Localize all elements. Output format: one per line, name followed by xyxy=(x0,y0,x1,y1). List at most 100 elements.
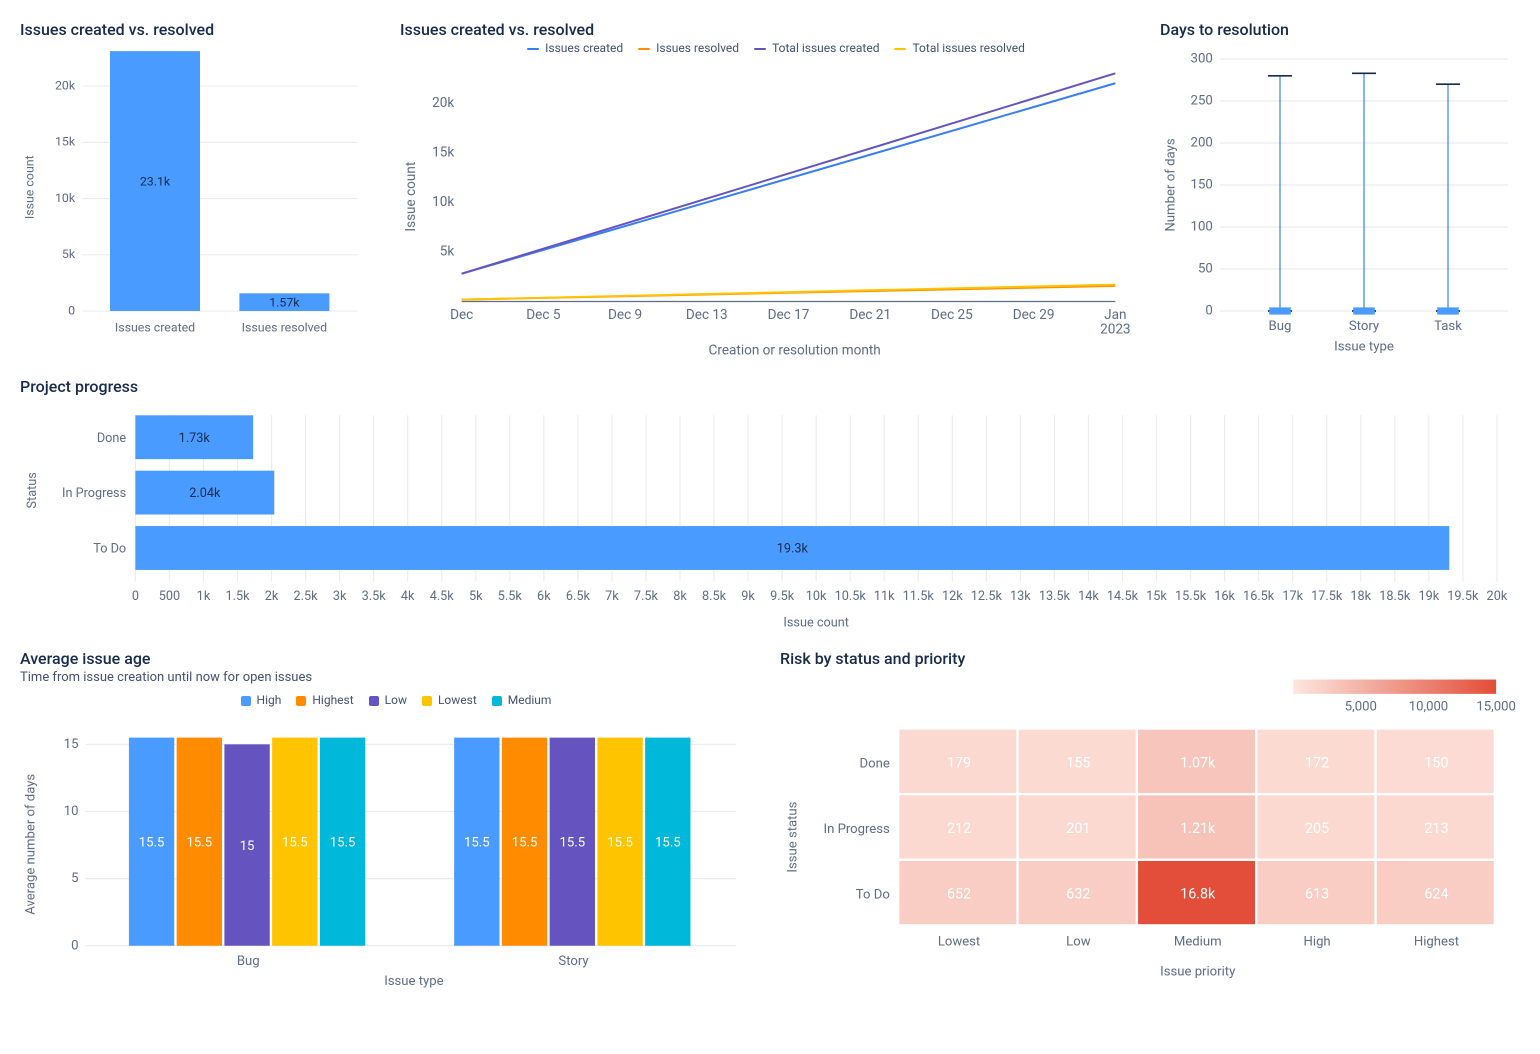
svg-text:7k: 7k xyxy=(605,589,619,604)
svg-text:2023: 2023 xyxy=(1100,322,1130,338)
svg-text:8.5k: 8.5k xyxy=(702,589,727,604)
svg-text:15.5k: 15.5k xyxy=(1175,589,1207,604)
panel-days-resolution: Days to resolution Number of days 050100… xyxy=(1160,20,1520,357)
svg-text:20k: 20k xyxy=(1487,589,1508,604)
chart-title: Issues created vs. resolved xyxy=(20,20,380,39)
svg-text:Number of days: Number of days xyxy=(1163,138,1178,232)
svg-text:624: 624 xyxy=(1424,886,1448,902)
svg-text:150: 150 xyxy=(1424,755,1448,771)
panel-issues-line: Issues created vs. resolved Issues creat… xyxy=(400,20,1140,357)
svg-text:652: 652 xyxy=(947,886,971,902)
svg-text:Dec 21: Dec 21 xyxy=(849,307,891,323)
svg-text:15.5: 15.5 xyxy=(464,835,490,850)
chart-title: Average issue age xyxy=(20,649,760,668)
svg-text:7.5k: 7.5k xyxy=(634,589,659,604)
svg-text:High: High xyxy=(1304,934,1331,949)
svg-text:9.5k: 9.5k xyxy=(770,589,795,604)
svg-text:250: 250 xyxy=(1191,94,1213,109)
svg-text:1.73k: 1.73k xyxy=(179,431,211,446)
svg-text:15.5: 15.5 xyxy=(330,835,356,850)
svg-text:179: 179 xyxy=(947,755,971,771)
svg-text:172: 172 xyxy=(1305,755,1329,771)
chart-subtitle: Time from issue creation until now for o… xyxy=(20,670,760,685)
svg-text:1.57k: 1.57k xyxy=(269,297,300,311)
svg-text:10k: 10k xyxy=(806,589,827,604)
svg-text:In Progress: In Progress xyxy=(62,486,126,501)
svg-text:4.5k: 4.5k xyxy=(430,589,455,604)
svg-text:13.5k: 13.5k xyxy=(1039,589,1071,604)
svg-text:Issue type: Issue type xyxy=(384,974,443,989)
svg-text:300: 300 xyxy=(1191,52,1213,67)
svg-text:1.5k: 1.5k xyxy=(225,589,250,604)
svg-text:19k: 19k xyxy=(1418,589,1439,604)
svg-text:Issue status: Issue status xyxy=(786,801,801,872)
svg-text:Issues created: Issues created xyxy=(115,321,195,335)
svg-text:Low: Low xyxy=(1066,934,1091,949)
panel-issues-bar: Issues created vs. resolved Issue count … xyxy=(20,20,380,357)
svg-text:Dec 5: Dec 5 xyxy=(526,307,561,323)
panel-heatmap: Risk by status and priority 5,00010,0001… xyxy=(780,649,1520,988)
svg-text:Dec 17: Dec 17 xyxy=(768,307,810,323)
svg-text:18k: 18k xyxy=(1350,589,1371,604)
svg-text:205: 205 xyxy=(1305,821,1329,837)
svg-text:10.5k: 10.5k xyxy=(835,589,867,604)
svg-text:2k: 2k xyxy=(265,589,279,604)
svg-text:3.5k: 3.5k xyxy=(362,589,387,604)
svg-text:Status: Status xyxy=(25,472,40,508)
svg-text:8k: 8k xyxy=(673,589,687,604)
svg-text:Task: Task xyxy=(1434,319,1462,334)
svg-text:11.5k: 11.5k xyxy=(903,589,935,604)
svg-text:In Progress: In Progress xyxy=(824,822,891,837)
svg-text:212: 212 xyxy=(947,821,971,837)
svg-text:15.5: 15.5 xyxy=(139,835,165,850)
svg-text:16.5k: 16.5k xyxy=(1243,589,1275,604)
svg-text:155: 155 xyxy=(1066,755,1090,771)
chart-project-progress: Status 1.73k2.04k19.3k DoneIn ProgressTo… xyxy=(20,398,1520,629)
svg-text:19.5k: 19.5k xyxy=(1447,589,1479,604)
svg-text:18.5k: 18.5k xyxy=(1379,589,1411,604)
svg-text:0: 0 xyxy=(132,589,139,604)
svg-text:5k: 5k xyxy=(469,589,483,604)
svg-text:Bug: Bug xyxy=(237,954,260,969)
chart-issues-line: Issue count 5k10k15k20k DecDec 5Dec 9Dec… xyxy=(400,61,1140,357)
chart-legend: High Highest Low Lowest Medium xyxy=(20,693,760,707)
svg-text:Creation or resolution month: Creation or resolution month xyxy=(709,343,881,359)
svg-text:16.8k: 16.8k xyxy=(1180,886,1216,902)
svg-text:1k: 1k xyxy=(197,589,211,604)
svg-text:Lowest: Lowest xyxy=(938,934,980,949)
svg-text:201: 201 xyxy=(1066,821,1090,837)
svg-text:200: 200 xyxy=(1191,136,1213,151)
svg-text:Dec 29: Dec 29 xyxy=(1013,307,1055,323)
svg-text:150: 150 xyxy=(1191,178,1213,193)
svg-text:500: 500 xyxy=(159,589,180,604)
svg-text:15.5: 15.5 xyxy=(655,835,681,850)
svg-text:15k: 15k xyxy=(432,144,454,160)
svg-text:213: 213 xyxy=(1424,821,1448,837)
svg-text:11k: 11k xyxy=(874,589,895,604)
svg-text:Dec 25: Dec 25 xyxy=(931,307,973,323)
svg-text:6.5k: 6.5k xyxy=(566,589,591,604)
svg-text:1.07k: 1.07k xyxy=(1180,755,1216,771)
svg-text:3k: 3k xyxy=(333,589,347,604)
svg-text:15k: 15k xyxy=(55,136,76,150)
svg-text:19.3k: 19.3k xyxy=(777,542,809,557)
svg-text:0: 0 xyxy=(1205,304,1212,319)
svg-text:Done: Done xyxy=(97,431,127,446)
svg-text:17k: 17k xyxy=(1282,589,1303,604)
svg-text:1.21k: 1.21k xyxy=(1180,821,1216,837)
svg-text:Highest: Highest xyxy=(1414,934,1459,949)
svg-text:Dec 13: Dec 13 xyxy=(686,307,728,323)
svg-text:5k: 5k xyxy=(62,248,76,262)
svg-text:16k: 16k xyxy=(1214,589,1235,604)
chart-issues-bar: Issue count 05k10k15k20k 23.1k1.57k Issu… xyxy=(20,41,380,345)
panel-average-age: Average issue age Time from issue creati… xyxy=(20,649,760,988)
svg-text:14.5k: 14.5k xyxy=(1107,589,1139,604)
svg-text:Dec: Dec xyxy=(450,307,473,323)
svg-text:To Do: To Do xyxy=(856,887,890,902)
chart-legend: Issues created Issues resolved Total iss… xyxy=(400,41,1140,55)
svg-text:Issue type: Issue type xyxy=(1334,340,1394,355)
svg-text:10k: 10k xyxy=(55,192,76,206)
svg-text:100: 100 xyxy=(1191,220,1213,235)
svg-text:20k: 20k xyxy=(55,79,76,93)
svg-text:Story: Story xyxy=(1349,319,1380,334)
